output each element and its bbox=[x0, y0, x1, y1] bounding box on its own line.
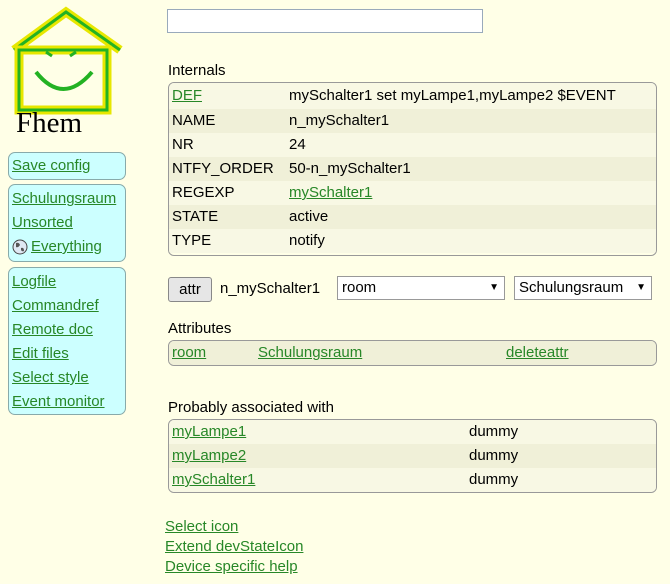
menu-group-tools: Logfile Commandref Remote doc Edit files… bbox=[8, 267, 126, 415]
attribute-value-select[interactable]: Schulungsraum ▼ bbox=[514, 276, 652, 300]
extend-devstateicon-link[interactable]: Extend devStateIcon bbox=[165, 537, 303, 557]
attributes-table: room Schulungsraum deleteattr bbox=[168, 340, 657, 366]
house-smiley-icon bbox=[11, 6, 123, 115]
internal-key: NAME bbox=[172, 112, 216, 129]
menu-item-everything[interactable]: Everything bbox=[12, 235, 122, 259]
globe-icon bbox=[12, 239, 28, 255]
associated-device-link[interactable]: mySchalter1 bbox=[172, 468, 255, 492]
menu-item-event-monitor[interactable]: Event monitor bbox=[12, 390, 122, 414]
internal-key: NR bbox=[172, 136, 194, 153]
menu-group-config: Save config bbox=[8, 152, 126, 180]
table-row: STATE active bbox=[169, 205, 656, 229]
menu-item-commandref[interactable]: Commandref bbox=[12, 294, 122, 318]
table-row: myLampe1 dummy bbox=[169, 420, 656, 444]
internal-value: 24 bbox=[289, 136, 306, 153]
menu-item-remote-doc[interactable]: Remote doc bbox=[12, 318, 122, 342]
internal-value: notify bbox=[289, 232, 325, 249]
internals-table: DEF mySchalter1 set myLampe1,myLampe2 $E… bbox=[168, 82, 657, 256]
attribute-value-select-value: Schulungsraum bbox=[519, 279, 624, 296]
menu-item-unsorted[interactable]: Unsorted bbox=[12, 211, 122, 235]
associated-device-type: dummy bbox=[469, 447, 519, 464]
device-specific-help-link[interactable]: Device specific help bbox=[165, 557, 303, 577]
internal-value: n_mySchalter1 bbox=[289, 112, 390, 129]
table-row: NR 24 bbox=[169, 133, 656, 157]
associated-device-link[interactable]: myLampe1 bbox=[172, 420, 246, 444]
table-row: myLampe2 dummy bbox=[169, 444, 656, 468]
table-row: NAME n_mySchalter1 bbox=[169, 109, 656, 133]
attribute-select-value: room bbox=[342, 279, 377, 296]
associated-title: Probably associated with bbox=[168, 399, 334, 416]
internal-value: active bbox=[289, 208, 329, 225]
attribute-name-link[interactable]: room bbox=[172, 341, 206, 365]
associated-table: myLampe1 dummy myLampe2 dummy mySchalter… bbox=[168, 419, 657, 493]
chevron-down-icon: ▼ bbox=[489, 282, 499, 293]
menu-item-edit-files[interactable]: Edit files bbox=[12, 342, 122, 366]
internal-value: 50-n_mySchalter1 bbox=[289, 160, 411, 177]
chevron-down-icon: ▼ bbox=[636, 282, 646, 293]
menu-group-rooms: Schulungsraum Unsorted Everything bbox=[8, 184, 126, 262]
table-row: TYPE notify bbox=[169, 229, 656, 253]
internal-key: NTFY_ORDER bbox=[172, 160, 274, 177]
internal-key: REGEXP bbox=[172, 184, 235, 201]
menu-item-save-config[interactable]: Save config bbox=[12, 154, 122, 178]
table-row: room Schulungsraum deleteattr bbox=[169, 341, 656, 365]
internals-title: Internals bbox=[168, 62, 226, 79]
table-row: REGEXP mySchalter1 bbox=[169, 181, 656, 205]
associated-device-type: dummy bbox=[469, 423, 519, 440]
select-icon-link[interactable]: Select icon bbox=[165, 517, 303, 537]
deleteattr-link[interactable]: deleteattr bbox=[506, 341, 569, 365]
table-row: mySchalter1 dummy bbox=[169, 468, 656, 492]
table-row: NTFY_ORDER 50-n_mySchalter1 bbox=[169, 157, 656, 181]
internal-key: TYPE bbox=[172, 232, 212, 249]
attribute-select[interactable]: room ▼ bbox=[337, 276, 505, 300]
regexp-link[interactable]: mySchalter1 bbox=[289, 181, 372, 205]
table-row: DEF mySchalter1 set myLampe1,myLampe2 $E… bbox=[169, 83, 656, 109]
internal-key: STATE bbox=[172, 208, 219, 225]
menu-item-schulungsraum[interactable]: Schulungsraum bbox=[12, 187, 122, 211]
menu-item-logfile[interactable]: Logfile bbox=[12, 270, 122, 294]
attribute-value-link[interactable]: Schulungsraum bbox=[258, 341, 362, 365]
attr-device-name: n_mySchalter1 bbox=[220, 280, 321, 297]
internal-value: mySchalter1 set myLampe1,myLampe2 $EVENT bbox=[289, 87, 616, 104]
logo-text: Fhem bbox=[16, 107, 83, 139]
attr-button[interactable]: attr bbox=[168, 277, 212, 302]
associated-device-link[interactable]: myLampe2 bbox=[172, 444, 246, 468]
menu-item-select-style[interactable]: Select style bbox=[12, 366, 122, 390]
device-links: Select icon Extend devStateIcon Device s… bbox=[165, 517, 303, 577]
associated-device-type: dummy bbox=[469, 471, 519, 488]
menu-item-everything-label: Everything bbox=[31, 238, 102, 255]
internal-key-def[interactable]: DEF bbox=[172, 83, 202, 109]
attributes-title: Attributes bbox=[168, 320, 232, 337]
command-input[interactable] bbox=[167, 9, 483, 33]
